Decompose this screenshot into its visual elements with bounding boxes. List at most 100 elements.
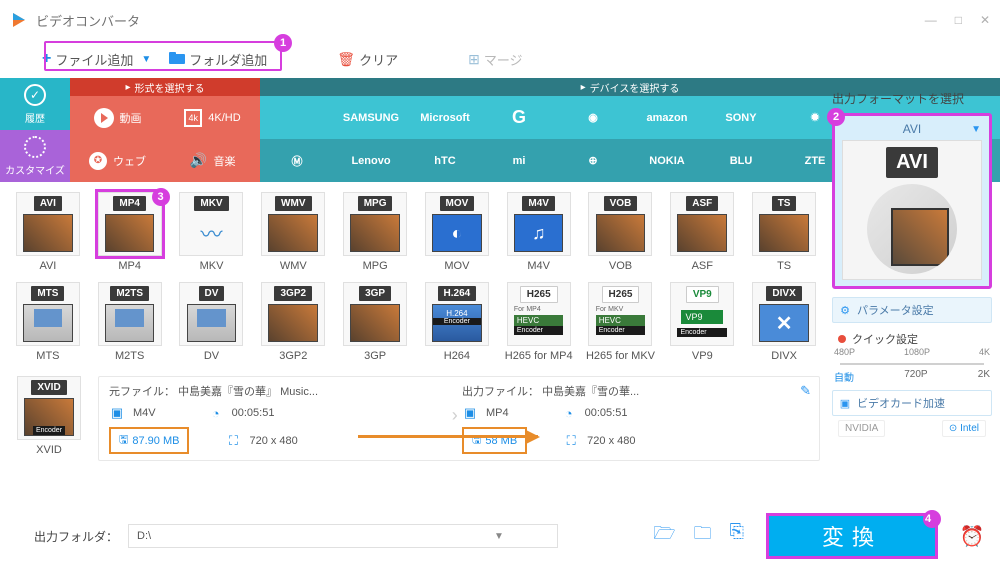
brand-xiaomi[interactable]: mi: [482, 139, 556, 182]
output-duration: 00:05:51: [585, 407, 628, 419]
brand-nokia[interactable]: NOKIA: [630, 139, 704, 182]
brand-blu[interactable]: BLU: [704, 139, 778, 182]
format-item-vob[interactable]: VOBVOB: [585, 192, 657, 272]
output-file-title: 出力ファイル：: [462, 386, 539, 398]
preset-labels-top: 480P 1080P 4K: [832, 347, 992, 357]
browse-folder-button[interactable]: 🗀: [694, 521, 712, 551]
format-item-dv[interactable]: DVDV: [176, 282, 248, 362]
play-icon: [94, 108, 114, 128]
clear-button[interactable]: 🗑 クリア: [337, 50, 398, 69]
mode-hd-label: 4K/HD: [208, 112, 240, 124]
folder-settings-button[interactable]: ⎘: [730, 521, 744, 551]
mode-video[interactable]: 動画: [70, 96, 165, 139]
format-item-m2ts[interactable]: M2TSM2TS: [94, 282, 166, 362]
quality-slider[interactable]: [840, 363, 984, 365]
brand-microsoft[interactable]: Microsoft: [408, 96, 482, 139]
format-item-m4v[interactable]: M4V♫M4V: [503, 192, 575, 272]
folder-icon: [169, 52, 185, 67]
gpu-accel-button[interactable]: ▣ ビデオカード加速: [832, 390, 992, 416]
file-panel: › ✎ 元ファイル： 中島美嘉『雪の華』 Music... ▣M4V ◔00:0…: [98, 376, 820, 461]
param-settings-button[interactable]: ⚙ パラメータ設定: [832, 297, 992, 323]
format-item-ts[interactable]: TS TS: [748, 192, 820, 272]
format-label: TS: [777, 260, 791, 272]
format-item-asf[interactable]: ASFASF: [666, 192, 738, 272]
format-label: MTS: [36, 350, 59, 362]
tab-marker-icon: ▸: [581, 82, 586, 93]
source-resolution: 720 x 480: [249, 435, 297, 447]
maximize-button[interactable]: □: [955, 13, 962, 27]
format-item-avi[interactable]: AVIAVI: [12, 192, 84, 272]
edit-icon[interactable]: ✎: [800, 383, 811, 399]
format-item-mov[interactable]: MOV◐MOV: [421, 192, 493, 272]
format-item-wmv[interactable]: WMVWMV: [257, 192, 329, 272]
brand-apple[interactable]: [260, 96, 334, 139]
output-file-name: 中島美嘉『雪の華...: [542, 386, 639, 398]
brand-lg[interactable]: ◉: [556, 96, 630, 139]
bottom-bar: 出力フォルダ： ▼ 🗁 🗀 ⎘ 変換 4 ⏰: [0, 511, 1000, 561]
brand-oneplus[interactable]: ⊕: [556, 139, 630, 182]
output-format-selector[interactable]: 2 AVI ▼ AVI: [832, 113, 992, 289]
history-tile[interactable]: ✓ 履歴: [0, 78, 70, 130]
mode-web[interactable]: ✪ ウェブ: [70, 139, 165, 182]
brand-sony[interactable]: SONY: [704, 96, 778, 139]
app-logo-icon: [10, 11, 28, 29]
open-folder-button[interactable]: 🗁: [653, 521, 675, 551]
add-folder-button[interactable]: フォルダ追加: [169, 50, 267, 69]
brand-samsung[interactable]: SAMSUNG: [334, 96, 408, 139]
format-item-mts[interactable]: MTSMTS: [12, 282, 84, 362]
tab-marker-icon: ▸: [125, 82, 130, 93]
schedule-button[interactable]: ⏰: [954, 518, 990, 554]
format-item-3gp[interactable]: 3GP3GP: [339, 282, 411, 362]
convert-label: 変換: [822, 520, 882, 552]
format-chip: AVI: [34, 196, 62, 211]
format-chip: MOV: [440, 196, 475, 211]
format-label: DIVX: [771, 350, 797, 362]
format-label: DV: [204, 350, 219, 362]
chip-icon: ▣: [839, 397, 851, 409]
add-file-label: ファイル追加: [55, 50, 133, 69]
preset-labels-bottom: 自動 720P 2K: [832, 367, 992, 386]
format-item-mp4[interactable]: MP4MP43: [94, 192, 166, 272]
format-label: XVID: [36, 444, 62, 456]
format-label: MKV: [200, 260, 224, 272]
format-item-vp9[interactable]: VP9VP9EncoderVP9: [666, 282, 738, 362]
gear-icon: [24, 136, 46, 158]
close-button[interactable]: ✕: [980, 13, 990, 27]
brand-htc[interactable]: hTC: [408, 139, 482, 182]
tab-format[interactable]: ▸ 形式を選択する: [70, 78, 260, 96]
tab-format-label: 形式を選択する: [135, 80, 205, 95]
minimize-button[interactable]: —: [925, 13, 937, 27]
format-chip: VP9: [686, 286, 719, 303]
chevron-down-icon[interactable]: ▼: [971, 124, 981, 135]
disc-icon: [867, 184, 957, 274]
brand-amazon[interactable]: amazon: [630, 96, 704, 139]
format-item-divx[interactable]: DIVX✕DIVX: [748, 282, 820, 362]
brand-lenovo[interactable]: Lenovo: [334, 139, 408, 182]
clock-icon: ◔: [561, 406, 577, 421]
add-file-button[interactable]: + ファイル追加 ▼: [42, 50, 151, 69]
merge-button[interactable]: ⊞ マージ: [468, 50, 522, 69]
source-file-col: 元ファイル： 中島美嘉『雪の華』 Music... ▣M4V ◔00:05:51…: [109, 383, 456, 454]
format-label: H264: [444, 350, 470, 362]
format-item-h264[interactable]: H.264H.264EncoderH264: [421, 282, 493, 362]
customize-tile[interactable]: カスタマイズ: [0, 130, 70, 182]
format-item-3gp2[interactable]: 3GP23GP2: [257, 282, 329, 362]
merge-label: マージ: [484, 50, 523, 69]
format-item-h265-for-mkv[interactable]: H265For MKVHEVCEncoderH265 for MKV: [585, 282, 657, 362]
brand-motorola[interactable]: Ⓜ: [260, 139, 334, 182]
format-item-mpg[interactable]: MPGMPG: [339, 192, 411, 272]
convert-button[interactable]: 変換 4: [766, 513, 938, 559]
chevron-down-icon[interactable]: ▼: [494, 531, 504, 542]
mode-hd[interactable]: 4k 4K/HD: [165, 96, 260, 139]
mode-video-label: 動画: [120, 110, 142, 126]
format-chip: M2TS: [110, 286, 149, 301]
chevron-down-icon[interactable]: ▼: [141, 54, 151, 65]
format-label: 3GP2: [279, 350, 307, 362]
format-chip: ASF: [686, 196, 718, 211]
format-item-mkv[interactable]: MKVMKV: [176, 192, 248, 272]
format-item-h265-for-mp4[interactable]: H265For MP4HEVCEncoderH265 for MP4: [503, 282, 575, 362]
format-chip: TS: [772, 196, 797, 211]
brand-google[interactable]: G: [482, 96, 556, 139]
mode-music[interactable]: 🔊 音楽: [165, 139, 260, 182]
format-item-xvid[interactable]: XVIDEncoder XVID: [12, 376, 86, 461]
